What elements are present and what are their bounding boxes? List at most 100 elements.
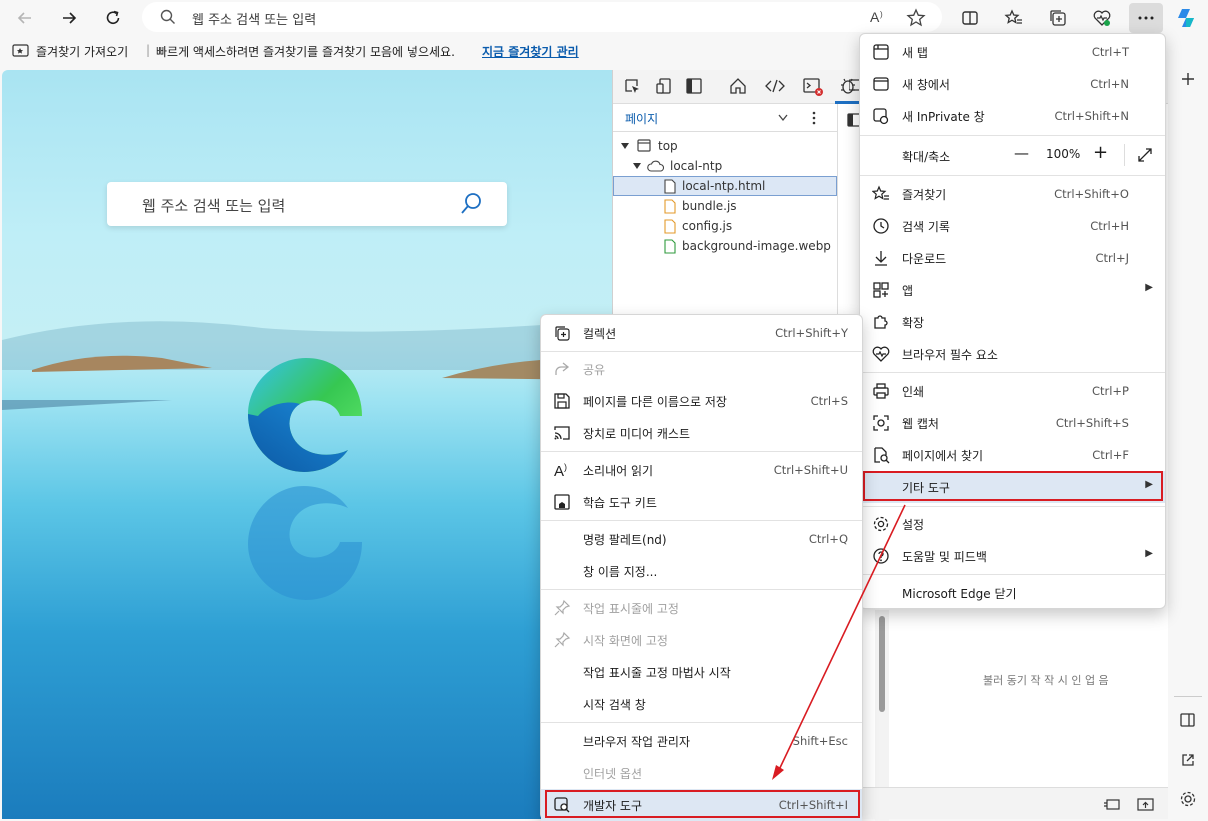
menu-shortcut: Ctrl+N (1090, 77, 1129, 91)
menu-favorites[interactable]: 즐겨찾기 Ctrl+Shift+O (860, 178, 1165, 210)
menu-settings[interactable]: 설정 (860, 508, 1165, 540)
add-sidebar-app-icon[interactable] (1180, 71, 1196, 87)
chevron-down-icon[interactable] (777, 113, 789, 123)
manage-favorites-link[interactable]: 지금 즐겨찾기 관리 (482, 43, 579, 60)
browser-essentials-button[interactable] (1087, 3, 1117, 33)
save-page-icon (554, 393, 570, 409)
dock-bottom-icon[interactable] (1137, 796, 1155, 812)
settings-and-more-button[interactable] (1129, 3, 1163, 33)
menu-find-on-page[interactable]: 페이지에서 찾기 Ctrl+F (860, 439, 1165, 471)
menu-new-inprivate-window[interactable]: 새 InPrivate 창 Ctrl+Shift+N (860, 100, 1165, 132)
menu-new-tab[interactable]: 새 탭 Ctrl+T (860, 36, 1165, 68)
elements-code-icon[interactable] (765, 77, 785, 95)
submenu-internet-options[interactable]: 인터넷 옵션 (541, 757, 862, 789)
kebab-menu-icon[interactable] (811, 111, 817, 125)
edge-sidebar (1168, 66, 1208, 821)
hide-sidebar-icon[interactable] (1180, 712, 1196, 728)
split-screen-button[interactable] (955, 3, 985, 33)
fullscreen-icon[interactable] (1137, 147, 1153, 163)
sidebar-divider (1174, 696, 1202, 697)
import-favorites-button[interactable]: 즐겨찾기 가져오기 (36, 43, 128, 60)
menu-label: 인쇄 (902, 385, 925, 399)
menu-downloads[interactable]: 다운로드 Ctrl+J (860, 242, 1165, 274)
tree-item-top[interactable]: top (613, 136, 837, 156)
menu-extensions[interactable]: 확장 (860, 306, 1165, 338)
ntp-search-icon[interactable] (459, 192, 483, 216)
submenu-start-search[interactable]: 시작 검색 창 (541, 688, 862, 720)
menu-apps[interactable]: 앱 ▶ (860, 274, 1165, 306)
menu-print[interactable]: 인쇄 Ctrl+P (860, 375, 1165, 407)
menu-shortcut: Ctrl+H (1090, 219, 1129, 233)
sidebar-settings-gear-icon[interactable] (1179, 790, 1197, 808)
printer-icon (873, 383, 889, 399)
devtools-navigator-header: 페이지 (613, 104, 837, 132)
ntp-search-box[interactable]: 웹 주소 검색 또는 입력 (107, 182, 507, 226)
submenu-task-manager[interactable]: 브라우저 작업 관리자 Shift+Esc (541, 725, 862, 757)
submenu-pin-start[interactable]: 시작 화면에 고정 (541, 624, 862, 656)
inspect-element-icon[interactable] (623, 77, 641, 95)
menu-label: 브라우저 필수 요소 (902, 348, 998, 362)
menu-close-edge[interactable]: Microsoft Edge 닫기 (860, 577, 1165, 609)
menu-web-capture[interactable]: 웹 캡처 Ctrl+Shift+S (860, 407, 1165, 439)
address-bar[interactable]: 웹 주소 검색 또는 입력 A) (142, 2, 942, 32)
menu-help-feedback[interactable]: 도움말 및 피드백 ▶ (860, 540, 1165, 572)
submenu-collections[interactable]: 컬렉션 Ctrl+Shift+Y (541, 317, 862, 349)
help-question-icon (873, 548, 889, 564)
devtools-background-text: 불러 동기 작 작 시 인 업 음 (983, 674, 1109, 687)
zoom-out-button[interactable]: — (1014, 144, 1029, 162)
device-emulation-icon[interactable] (655, 77, 673, 95)
read-aloud-icon[interactable]: A) (870, 8, 890, 26)
submenu-share[interactable]: 공유 (541, 353, 862, 385)
submenu-cast-media[interactable]: 장치로 미디어 캐스트 (541, 417, 862, 449)
tree-item-config-js[interactable]: config.js (613, 216, 837, 236)
zoom-in-button[interactable]: + (1093, 142, 1108, 163)
image-file-icon (664, 239, 676, 254)
tree-item-label: config.js (682, 219, 733, 233)
annotation-box-more-tools (863, 471, 1163, 501)
collections-button[interactable] (1043, 3, 1073, 33)
submenu-pin-taskbar[interactable]: 작업 표시줄에 고정 (541, 592, 862, 624)
menu-label: 브라우저 작업 관리자 (583, 735, 690, 749)
external-link-icon[interactable] (1180, 752, 1196, 768)
settings-and-more-menu: 새 탭 Ctrl+T 새 창에서 Ctrl+N 새 InPrivate 창 Ct… (859, 33, 1166, 609)
dock-side-icon[interactable] (685, 77, 703, 95)
menu-shortcut: Ctrl+Shift+U (773, 463, 848, 477)
submenu-save-page-as[interactable]: 페이지를 다른 이름으로 저장 Ctrl+S (541, 385, 862, 417)
copilot-button[interactable] (1173, 3, 1203, 33)
heart-pulse-icon (1093, 10, 1111, 26)
submenu-taskbar-wizard[interactable]: 작업 표시줄 고정 마법사 시작 (541, 656, 862, 688)
ntp-search-placeholder: 웹 주소 검색 또는 입력 (142, 197, 286, 215)
tree-item-bundle-js[interactable]: bundle.js (613, 196, 837, 216)
forward-button[interactable] (54, 3, 84, 33)
back-button[interactable] (10, 3, 40, 33)
submenu-command-palette[interactable]: 명령 팔레트(nd) Ctrl+Q (541, 523, 862, 555)
menu-history[interactable]: 검색 기록 Ctrl+H (860, 210, 1165, 242)
console-icon[interactable] (803, 77, 823, 97)
tree-item-local-ntp[interactable]: local-ntp (613, 156, 837, 176)
menu-shortcut: Ctrl+Shift+O (1054, 187, 1129, 201)
favorites-button[interactable] (999, 3, 1029, 33)
new-tab-icon (873, 44, 889, 60)
refresh-button[interactable] (98, 3, 128, 33)
more-tools-submenu: 컬렉션 Ctrl+Shift+Y 공유 페이지를 다른 이름으로 저장 Ctrl… (540, 314, 863, 821)
menu-browser-essentials[interactable]: 브라우저 필수 요소 (860, 338, 1165, 370)
tree-item-background-image[interactable]: background-image.webp (613, 236, 837, 256)
menu-new-window[interactable]: 새 창에서 Ctrl+N (860, 68, 1165, 100)
drawer-quickview-icon[interactable] (1103, 796, 1121, 812)
web-capture-icon (873, 415, 889, 431)
add-favorite-star-icon[interactable] (906, 8, 926, 28)
submenu-learning-toolkit[interactable]: 학습 도구 키트 (541, 486, 862, 518)
back-arrow-icon (17, 12, 31, 24)
scrollbar-thumb[interactable] (879, 616, 885, 712)
page-tab[interactable]: 페이지 (625, 110, 658, 127)
menu-label: 새 InPrivate 창 (902, 110, 985, 124)
menu-separator (541, 451, 862, 452)
menu-shortcut: Ctrl+T (1091, 45, 1129, 59)
tree-item-local-ntp-html[interactable]: local-ntp.html (613, 176, 837, 196)
import-favorites-icon (12, 44, 29, 57)
welcome-home-icon[interactable] (729, 77, 747, 95)
tree-item-label: local-ntp (670, 159, 723, 173)
settings-gear-icon (873, 516, 889, 532)
submenu-read-aloud[interactable]: A) 소리내어 읽기 Ctrl+Shift+U (541, 454, 862, 486)
submenu-name-window[interactable]: 창 이름 지정... (541, 555, 862, 587)
